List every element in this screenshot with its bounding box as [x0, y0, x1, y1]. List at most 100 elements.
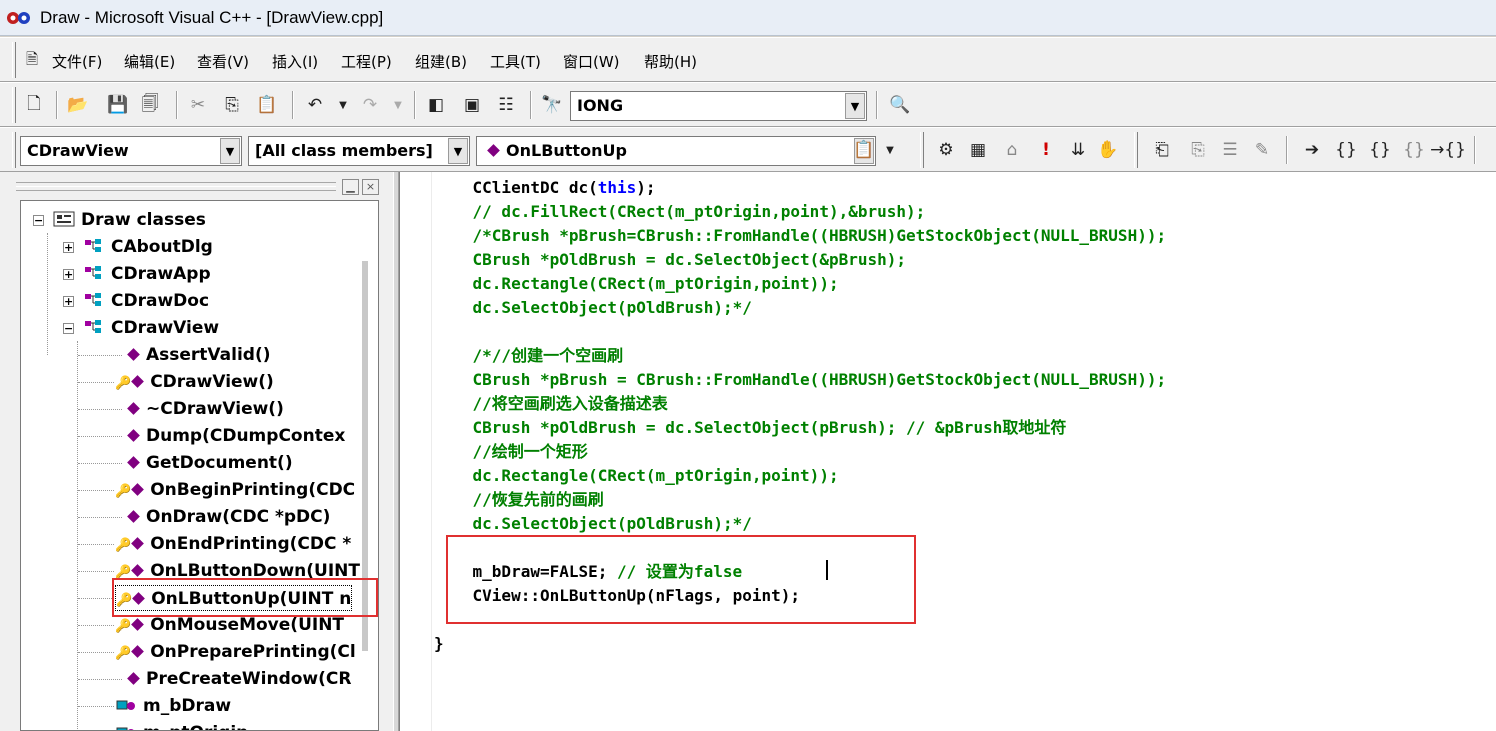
code-line[interactable]: dc.Rectangle(CRect(m_ptOrigin,point));	[434, 272, 839, 296]
wizard-action-icon[interactable]: 📋	[852, 138, 876, 162]
tree-root[interactable]: − Draw classes	[29, 207, 206, 233]
cut-icon[interactable]: ✂	[186, 93, 210, 117]
apply-code-changes-icon[interactable]: ✎	[1250, 138, 1274, 162]
menu-help[interactable]: 帮助(H)	[644, 51, 697, 72]
compile-icon[interactable]: ⚙	[934, 138, 958, 162]
menu-project[interactable]: 工程(P)	[341, 51, 392, 72]
execute-icon[interactable]: !	[1034, 138, 1058, 162]
copy-icon[interactable]: ⎘	[220, 93, 244, 117]
chevron-down-icon[interactable]: ▼	[220, 138, 240, 164]
menu-build[interactable]: 组建(B)	[415, 51, 467, 72]
tree-member-node[interactable]: GetDocument()	[125, 450, 293, 476]
code-line[interactable]: // dc.FillRect(CRect(m_ptOrigin,point),&…	[434, 200, 926, 224]
code-line[interactable]: CBrush *pOldBrush = dc.SelectObject(&pBr…	[434, 248, 906, 272]
code-line[interactable]: CBrush *pOldBrush = dc.SelectObject(pBru…	[434, 416, 1067, 440]
toolbar-grip[interactable]	[920, 132, 924, 168]
redo-icon[interactable]: ↷	[358, 93, 382, 117]
document-menu-icon[interactable]: 🗎	[20, 49, 44, 73]
toolbar-grip[interactable]	[12, 87, 16, 123]
code-line[interactable]: /*//创建一个空画刷	[434, 344, 624, 368]
stop-build-icon[interactable]: ⌂	[1000, 138, 1024, 162]
redo-dropdown-icon[interactable]: ▼	[386, 93, 410, 117]
debug-break-icon[interactable]: ☰	[1218, 138, 1242, 162]
class-combo[interactable]: CDrawView ▼	[20, 136, 242, 166]
wizard-bar-grip[interactable]	[12, 132, 16, 168]
collapse-icon[interactable]: −	[63, 323, 74, 334]
tree-member-node[interactable]: AssertValid()	[125, 342, 271, 368]
code-line[interactable]: CBrush *pBrush = CBrush::FromHandle((HBR…	[434, 368, 1167, 392]
editor-margin[interactable]	[400, 172, 432, 731]
tree-line	[47, 233, 48, 355]
tree-member-node[interactable]: ~CDrawView()	[125, 396, 284, 422]
tree-member-node[interactable]: m_bDraw	[115, 693, 231, 719]
tree-member-node[interactable]: OnDraw(CDC *pDC)	[125, 504, 330, 530]
expand-icon[interactable]: +	[63, 296, 74, 307]
tree-class-node[interactable]: + CDrawApp	[59, 261, 211, 287]
code-line[interactable]: dc.SelectObject(pOldBrush);*/	[434, 512, 752, 536]
undo-icon[interactable]: ↶	[303, 93, 327, 117]
code-line[interactable]: dc.Rectangle(CRect(m_ptOrigin,point));	[434, 464, 839, 488]
breakpoint-hand-icon[interactable]: ✋	[1096, 138, 1120, 162]
tree-class-node[interactable]: − CDrawView	[59, 315, 219, 341]
undo-dropdown-icon[interactable]: ▼	[331, 93, 355, 117]
code-line[interactable]: //绘制一个矩形	[434, 440, 588, 464]
toolbar-grip[interactable]	[1134, 132, 1138, 168]
chevron-down-icon[interactable]: ▼	[448, 138, 468, 164]
tree-class-node[interactable]: + CDrawDoc	[59, 288, 209, 314]
run-to-cursor-icon[interactable]: →{}	[1430, 138, 1466, 162]
collapse-icon[interactable]: −	[33, 215, 44, 226]
go-icon[interactable]: ⇊	[1066, 138, 1090, 162]
paste-icon[interactable]: 📋	[255, 93, 279, 117]
class-view-tree[interactable]: − Draw classes + CAboutDlg + CDrawApp + CDraw…	[20, 200, 379, 731]
step-into-icon[interactable]: {}	[1334, 138, 1358, 162]
window-list-icon[interactable]: ☷	[494, 93, 518, 117]
step-out-icon[interactable]: {}	[1402, 138, 1426, 162]
tree-member-node[interactable]: 🔑 CDrawView()	[115, 369, 274, 395]
menu-view[interactable]: 查看(V)	[197, 51, 249, 72]
class-icon	[83, 236, 105, 252]
output-window-icon[interactable]: ▣	[460, 93, 484, 117]
code-line[interactable]: CClientDC dc(this);	[434, 176, 656, 200]
tree-member-node[interactable]: m_ptOrigin	[115, 720, 248, 730]
find-combo[interactable]: IONG ▼	[570, 91, 867, 121]
code-line[interactable]: //将空画刷选入设备描述表	[434, 392, 668, 416]
code-line[interactable]: }	[434, 632, 444, 656]
expand-icon[interactable]: +	[63, 242, 74, 253]
tree-member-node[interactable]: PreCreateWindow(CR	[125, 666, 351, 692]
expand-icon[interactable]: +	[63, 269, 74, 280]
wizard-action-dropdown-icon[interactable]: ▼	[878, 138, 902, 162]
show-next-statement-icon[interactable]: ➔	[1300, 138, 1324, 162]
tree-class-node[interactable]: + CAboutDlg	[59, 234, 213, 260]
code-editor[interactable]: CClientDC dc(this); // dc.FillRect(CRect…	[399, 172, 1496, 731]
menu-insert[interactable]: 插入(I)	[272, 51, 318, 72]
menu-edit[interactable]: 编辑(E)	[124, 51, 175, 72]
workspace-window-icon[interactable]: ◧	[424, 93, 448, 117]
workspace-pane-header[interactable]: ▁ ×	[0, 172, 393, 202]
chevron-down-icon[interactable]: ▼	[845, 93, 865, 119]
filter-combo[interactable]: [All class members] ▼	[248, 136, 470, 166]
code-line[interactable]: /*CBrush *pBrush=CBrush::FromHandle((HBR…	[434, 224, 1167, 248]
code-line[interactable]: dc.SelectObject(pOldBrush);*/	[434, 296, 752, 320]
restore-pane-icon[interactable]: ▁	[342, 179, 359, 195]
menu-tools[interactable]: 工具(T)	[490, 51, 541, 72]
member-combo[interactable]: OnLButtonUp ▼	[476, 136, 876, 166]
debug-stop-icon[interactable]: ⎘	[1186, 138, 1210, 162]
find-icon[interactable]: 🔍	[888, 93, 912, 117]
debug-restart-icon[interactable]: ⎗	[1150, 138, 1174, 162]
find-in-files-icon[interactable]: 🔭	[540, 93, 564, 117]
tree-member-node[interactable]: 🔑 OnEndPrinting(CDC *	[115, 531, 351, 557]
close-pane-icon[interactable]: ×	[362, 179, 379, 195]
tree-member-node[interactable]: 🔑 OnBeginPrinting(CDC	[115, 477, 355, 503]
new-text-file-icon[interactable]: 🗋	[22, 93, 46, 117]
save-all-icon[interactable]: 🗐	[138, 93, 162, 117]
tree-member-node[interactable]: Dump(CDumpContex	[125, 423, 345, 449]
build-icon[interactable]: ▦	[966, 138, 990, 162]
code-line[interactable]: //恢复先前的画刷	[434, 488, 604, 512]
open-folder-icon[interactable]: 📂	[66, 93, 90, 117]
step-over-icon[interactable]: {}	[1368, 138, 1392, 162]
tree-member-node[interactable]: 🔑 OnPreparePrinting(Cl	[115, 639, 356, 665]
menu-window[interactable]: 窗口(W)	[563, 51, 620, 72]
save-icon[interactable]: 💾	[106, 93, 130, 117]
menu-file[interactable]: 文件(F)	[52, 51, 102, 72]
menu-bar-grip[interactable]	[12, 42, 16, 78]
